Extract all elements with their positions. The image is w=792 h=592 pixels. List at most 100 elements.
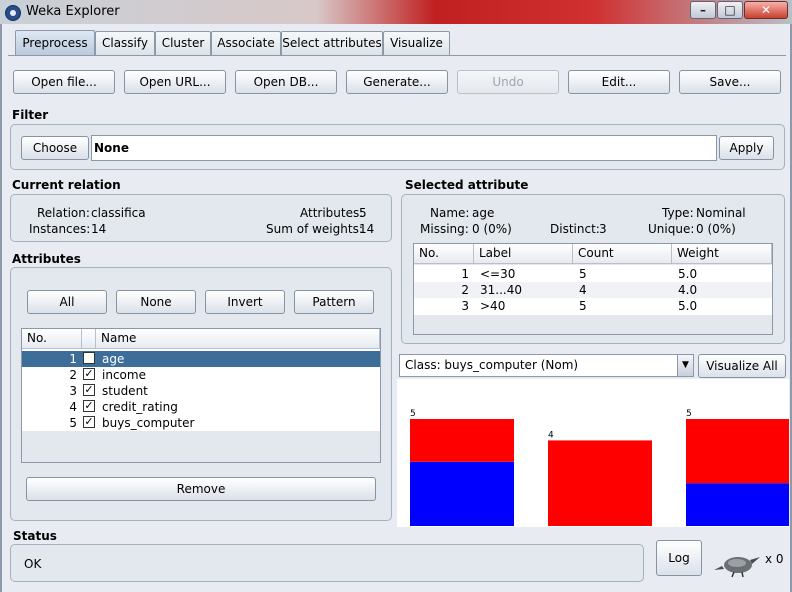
sel-unique-label: Unique: — [648, 222, 695, 236]
class-distribution-chart: 5 4 5 — [397, 379, 789, 527]
visualize-all-button[interactable]: Visualize All — [698, 354, 786, 378]
bar-segment->40 — [686, 483, 789, 526]
attribute-row[interactable]: 5 ✓ buys_computer — [22, 415, 380, 431]
attribute-row-no: 1 — [69, 352, 77, 366]
label-count-cell-label: 31...40 — [480, 283, 522, 297]
status-text: OK — [24, 557, 42, 571]
tab-select-attributes[interactable]: Select attributes — [281, 31, 383, 55]
sel-missing-label: Missing: — [420, 222, 469, 236]
choose-filter-button[interactable]: Choose — [21, 136, 89, 160]
sum-weights-value: 14 — [359, 222, 375, 236]
bar-count-label: 5 — [686, 409, 692, 419]
undo-button[interactable]: Undo — [457, 70, 559, 94]
status-heading: Status — [13, 529, 57, 543]
bar-count-label: 5 — [410, 409, 416, 419]
selected-attribute-heading: Selected attribute — [405, 178, 529, 192]
attributes-count-label: Attributes: — [300, 206, 364, 220]
attribute-row-name: income — [102, 368, 146, 382]
bar-segment-31...40 — [548, 440, 652, 526]
attributes-col-name[interactable]: Name — [96, 329, 380, 349]
attribute-row-name: student — [102, 384, 148, 398]
bar-segment->40 — [686, 419, 789, 484]
class-attribute-value: Class: buys_computer (Nom) — [405, 358, 579, 372]
maximize-button[interactable]: □ — [717, 1, 743, 19]
attribute-row-no: 4 — [69, 400, 77, 414]
attribute-row-no: 2 — [69, 368, 77, 382]
label-count-cell-weight: 5.0 — [678, 267, 698, 281]
sel-distinct-value: 3 — [599, 222, 607, 236]
bar-segment-<=30 — [410, 419, 514, 462]
tab-associate[interactable]: Associate — [211, 31, 281, 55]
label-count-row[interactable]: 1 <=30 5 5.0 — [414, 266, 772, 282]
open-url-button[interactable]: Open URL... — [124, 70, 226, 94]
filter-field[interactable]: None — [91, 135, 717, 161]
attribute-row-name: credit_rating — [102, 400, 178, 414]
select-all-button[interactable]: All — [27, 290, 107, 314]
label-count-row[interactable]: 3 >40 5 5.0 — [414, 298, 772, 314]
tab-preprocess[interactable]: Preprocess — [15, 30, 95, 56]
attribute-checkbox[interactable]: ✓ — [83, 384, 95, 396]
labels-col-no[interactable]: No. — [414, 244, 474, 264]
attributes-col-no[interactable]: No. — [22, 329, 82, 349]
select-none-button[interactable]: None — [116, 290, 196, 314]
label-count-cell-count: 5 — [579, 267, 587, 281]
attribute-row[interactable]: 4 ✓ credit_rating — [22, 399, 380, 415]
attribute-row-no: 3 — [69, 384, 77, 398]
attributes-count-value: 5 — [359, 206, 367, 220]
attribute-row[interactable]: 2 ✓ income — [22, 367, 380, 383]
sel-name-value: age — [472, 206, 495, 220]
log-button[interactable]: Log — [656, 540, 702, 576]
attribute-checkbox[interactable]: ✓ — [83, 352, 95, 364]
open-db-button[interactable]: Open DB... — [235, 70, 337, 94]
instances-value: 14 — [91, 222, 107, 236]
label-count-row[interactable]: 2 31...40 4 4.0 — [414, 282, 772, 298]
weka-bird-icon — [714, 557, 760, 578]
remove-attributes-button[interactable]: Remove — [26, 477, 376, 501]
tab-divider — [8, 55, 786, 56]
save-button[interactable]: Save... — [679, 70, 781, 94]
label-count-cell-weight: 5.0 — [678, 299, 698, 313]
attribute-row-name: age — [102, 352, 125, 366]
labels-col-label[interactable]: Label — [474, 244, 573, 264]
invert-selection-button[interactable]: Invert — [205, 290, 285, 314]
edit-button[interactable]: Edit... — [568, 70, 670, 94]
tab-cluster[interactable]: Cluster — [155, 31, 211, 55]
apply-filter-button[interactable]: Apply — [719, 136, 774, 160]
label-count-cell-weight: 4.0 — [678, 283, 698, 297]
attributes-heading: Attributes — [12, 252, 81, 266]
attribute-checkbox[interactable]: ✓ — [83, 400, 95, 412]
class-attribute-select[interactable]: Class: buys_computer (Nom) — [399, 354, 694, 377]
labels-col-count[interactable]: Count — [573, 244, 672, 264]
pattern-button[interactable]: Pattern — [294, 290, 374, 314]
minimize-button[interactable]: – — [690, 1, 716, 19]
status-panel — [10, 544, 644, 582]
sel-distinct-label: Distinct: — [550, 222, 600, 236]
weka-app-icon — [5, 5, 21, 21]
attribute-row[interactable]: 1 ✓ age — [22, 351, 380, 367]
tab-visualize[interactable]: Visualize — [383, 31, 450, 55]
attribute-checkbox[interactable]: ✓ — [83, 416, 95, 428]
task-count: x 0 — [765, 552, 784, 566]
chevron-down-icon[interactable]: ▼ — [677, 355, 693, 376]
sel-name-label: Name: — [430, 206, 470, 220]
label-count-cell-no: 3 — [461, 299, 469, 313]
tab-classify[interactable]: Classify — [95, 31, 155, 55]
relation-value: classifica — [91, 206, 146, 220]
attribute-row[interactable]: 3 ✓ student — [22, 383, 380, 399]
sel-missing-value: 0 (0%) — [472, 222, 512, 236]
attribute-row-no: 5 — [69, 416, 77, 430]
attributes-col-check[interactable] — [82, 329, 96, 349]
sel-type-value: Nominal — [696, 206, 746, 220]
attribute-checkbox[interactable]: ✓ — [83, 368, 95, 380]
current-relation-heading: Current relation — [12, 178, 121, 192]
generate-button[interactable]: Generate... — [346, 70, 448, 94]
label-count-cell-no: 2 — [461, 283, 469, 297]
attribute-row-name: buys_computer — [102, 416, 195, 430]
label-count-cell-label: <=30 — [480, 267, 516, 281]
instances-label: Instances: — [29, 222, 91, 236]
filter-heading: Filter — [12, 108, 49, 122]
labels-col-weight[interactable]: Weight — [672, 244, 772, 264]
close-button[interactable]: ✕ — [744, 1, 788, 19]
open-file-button[interactable]: Open file... — [13, 70, 115, 94]
bar-count-label: 4 — [548, 430, 554, 440]
